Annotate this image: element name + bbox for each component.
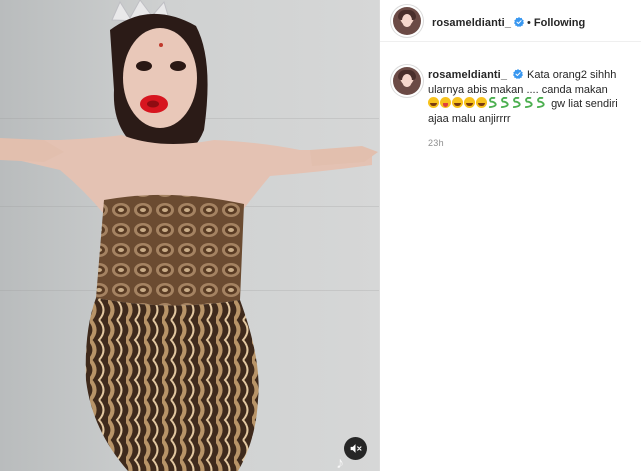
- verified-badge-icon: [513, 69, 524, 79]
- post-timestamp[interactable]: 23h: [428, 138, 444, 148]
- post-caption: rosameldianti_ Kata orang2 sihhh ularnya …: [428, 68, 633, 126]
- author-username[interactable]: rosameldianti_: [432, 17, 511, 29]
- grinning-face-icon: [464, 97, 475, 108]
- verified-badge-icon: [514, 17, 525, 27]
- snake-icon: [524, 97, 535, 108]
- author-avatar[interactable]: [393, 7, 421, 35]
- speaker-muted-icon: [350, 444, 362, 453]
- caption-author-avatar[interactable]: [393, 67, 421, 95]
- snake-icon: [500, 97, 511, 108]
- grinning-face-icon: [428, 97, 439, 108]
- header-divider: [380, 41, 641, 42]
- face-with-tongue-icon: [440, 97, 451, 108]
- header-author-line: rosameldianti_ • Following: [432, 13, 585, 31]
- snake-icon: [488, 97, 499, 108]
- grinning-face-icon: [452, 97, 463, 108]
- video-frame-illustration: [0, 0, 378, 471]
- post-media[interactable]: ♪: [0, 0, 379, 471]
- following-button[interactable]: Following: [534, 17, 585, 29]
- caption-author-username[interactable]: rosameldianti_: [428, 69, 507, 81]
- post-side-panel: rosameldianti_ • Following rosameldianti_ K…: [380, 0, 641, 471]
- caption-emojis: [428, 97, 548, 110]
- post-header: rosameldianti_ • Following: [380, 0, 641, 41]
- grinning-face-icon: [476, 97, 487, 108]
- tiktok-icon: ♪: [336, 455, 344, 471]
- snake-icon: [512, 97, 523, 108]
- snake-icon: [536, 97, 547, 108]
- header-separator: •: [527, 17, 531, 29]
